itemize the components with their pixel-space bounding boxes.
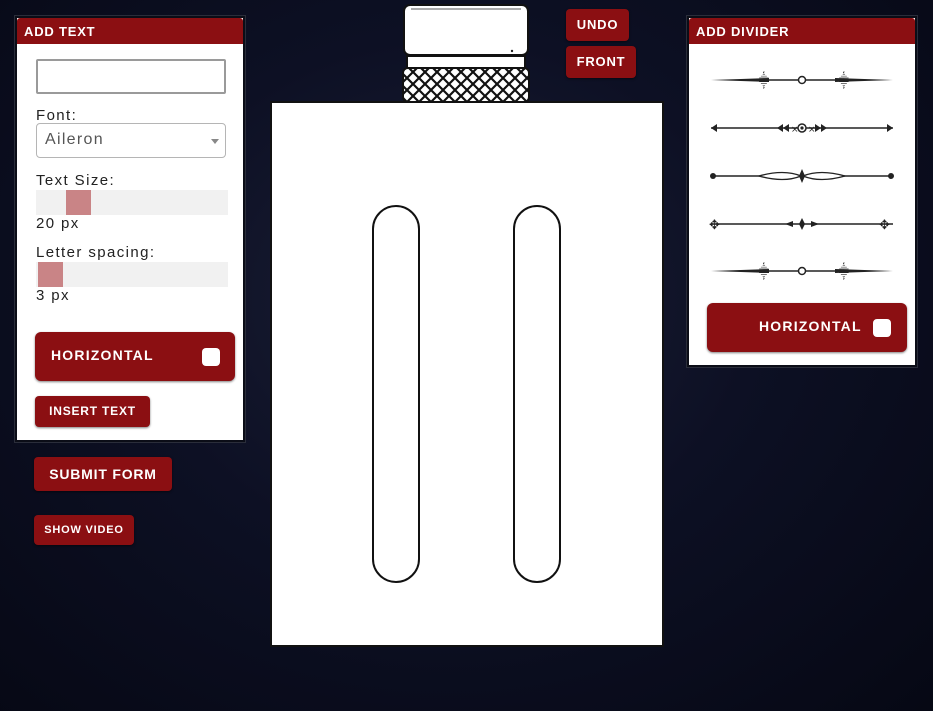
divider-option-1[interactable]: ⸎ ⸎ <box>709 70 895 90</box>
text-size-value: 20 px <box>36 215 80 232</box>
letter-spacing-label: Letter spacing: <box>36 244 156 261</box>
text-size-slider[interactable] <box>36 190 228 215</box>
font-selected-value: Aileron <box>45 131 104 148</box>
chevron-down-icon <box>211 139 219 144</box>
divider-horizontal-label: HORIZONTAL <box>759 318 862 334</box>
text-size-label: Text Size: <box>36 172 116 189</box>
add-divider-panel: ADD DIVIDER ⸎ ⸎ × × ✥ ✥ ⸎ ⸎ HORIZONTAL <box>687 16 917 367</box>
text-horizontal-checkbox[interactable] <box>202 348 220 366</box>
font-label: Font: <box>36 107 78 124</box>
left-slot-outline <box>372 205 420 583</box>
add-text-header: ADD TEXT <box>17 18 243 44</box>
right-slot-outline <box>513 205 561 583</box>
letter-spacing-slider[interactable] <box>36 262 228 287</box>
svg-text:⸎: ⸎ <box>757 71 771 89</box>
svg-text:⸎: ⸎ <box>837 262 851 280</box>
svg-text:×: × <box>791 125 799 135</box>
divider-horizontal-toggle[interactable]: HORIZONTAL <box>707 303 907 352</box>
letter-spacing-value: 3 px <box>36 287 70 304</box>
divider-option-2[interactable]: × × <box>709 118 895 138</box>
divider-option-5[interactable]: ⸎ ⸎ <box>709 261 895 281</box>
text-size-slider-thumb[interactable] <box>66 190 91 215</box>
add-divider-header: ADD DIVIDER <box>689 18 915 44</box>
submit-form-button[interactable]: SUBMIT FORM <box>34 457 172 491</box>
divider-option-3[interactable] <box>709 166 895 186</box>
divider-horizontal-checkbox[interactable] <box>873 319 891 337</box>
design-canvas[interactable] <box>270 101 664 647</box>
show-video-button[interactable]: SHOW VIDEO <box>34 515 134 545</box>
letter-spacing-slider-thumb[interactable] <box>38 262 63 287</box>
insert-text-button[interactable]: INSERT TEXT <box>35 396 150 427</box>
svg-text:×: × <box>808 125 816 135</box>
front-button[interactable]: FRONT <box>566 46 636 78</box>
flask-cap <box>402 4 530 103</box>
font-select[interactable]: Aileron <box>36 123 226 158</box>
svg-text:⸎: ⸎ <box>757 262 771 280</box>
undo-button[interactable]: UNDO <box>566 9 629 41</box>
text-input[interactable] <box>36 59 226 94</box>
divider-option-4[interactable]: ✥ ✥ <box>709 214 895 234</box>
svg-text:✥: ✥ <box>879 218 890 233</box>
svg-text:⸎: ⸎ <box>837 71 851 89</box>
svg-text:✥: ✥ <box>709 218 720 233</box>
text-horizontal-label: HORIZONTAL <box>51 347 154 363</box>
add-text-panel: ADD TEXT Font: Aileron Text Size: 20 px … <box>15 16 245 442</box>
text-horizontal-toggle[interactable]: HORIZONTAL <box>35 332 235 381</box>
